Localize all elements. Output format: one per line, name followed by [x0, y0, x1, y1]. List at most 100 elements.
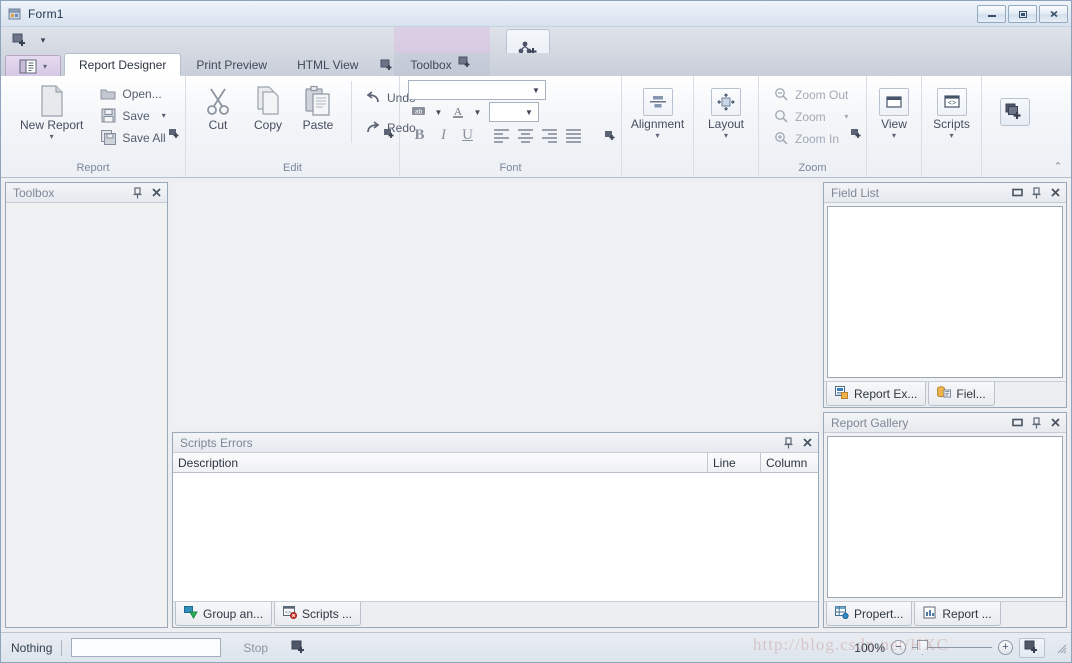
status-extra-button[interactable]: [1019, 637, 1045, 658]
status-progress-bar: [71, 638, 222, 657]
font-size-combo[interactable]: ▼: [489, 102, 539, 122]
toolbox-close-button[interactable]: [148, 185, 164, 201]
tab-report-explorer[interactable]: Report Ex...: [826, 382, 927, 406]
toolbox-add-icon[interactable]: [458, 56, 474, 73]
copy-label: Copy: [253, 118, 282, 132]
scripts-button[interactable]: <> Scripts ▾: [927, 84, 977, 143]
column-header-line[interactable]: Line: [708, 453, 761, 472]
zoom-in-button[interactable]: Zoom In: [768, 128, 855, 149]
zoom-slider-thumb[interactable]: [917, 640, 928, 655]
text-highlight-icon[interactable]: ab: [408, 103, 430, 121]
quick-access-dropdown[interactable]: ▾: [33, 30, 53, 50]
chevron-down-icon[interactable]: ▾: [724, 132, 728, 140]
maximize-button[interactable]: [1008, 4, 1037, 23]
svg-text:<>: <>: [947, 100, 955, 108]
layout-icon: [711, 87, 741, 117]
ribbon-add-button[interactable]: [1000, 98, 1030, 126]
resize-grip-icon[interactable]: [1055, 642, 1067, 654]
toolbox-panel-header: Toolbox: [6, 183, 167, 203]
tab-scripts-errors-label: Scripts ...: [302, 606, 353, 621]
chevron-down-icon[interactable]: ▾: [892, 132, 896, 140]
scripts-errors-close-button[interactable]: [799, 435, 815, 451]
database-field-icon: [937, 385, 952, 402]
column-header-column[interactable]: Column: [761, 453, 818, 472]
paste-button[interactable]: Paste: [293, 81, 343, 135]
close-button[interactable]: [1039, 4, 1068, 23]
align-justify-button[interactable]: [562, 125, 585, 146]
tab-properties[interactable]: Propert...: [826, 602, 913, 626]
paste-label: Paste: [302, 118, 334, 132]
align-center-button[interactable]: [514, 125, 537, 146]
stop-button[interactable]: Stop: [243, 641, 268, 655]
report-gallery-panel: Report Gallery Propert... Report ...: [823, 412, 1067, 628]
chevron-down-icon[interactable]: ▼: [522, 108, 536, 117]
column-header-description[interactable]: Description: [173, 453, 708, 472]
underline-button[interactable]: U: [456, 125, 479, 146]
tab-toolbox[interactable]: Toolbox: [394, 53, 490, 76]
field-list-pin-button[interactable]: [1028, 185, 1044, 201]
italic-button[interactable]: I: [432, 125, 455, 146]
tab-print-preview[interactable]: Print Preview: [181, 54, 282, 76]
chevron-down-icon[interactable]: ▾: [844, 112, 848, 121]
highlight-chevron-down-icon[interactable]: ▼: [433, 108, 444, 117]
report-group-expander-icon[interactable]: [169, 129, 179, 139]
report-gallery-pin-button[interactable]: [1028, 415, 1044, 431]
ribbon-group-scripts: <> Scripts ▾: [922, 76, 982, 177]
edit-group-expander-icon[interactable]: [384, 129, 394, 139]
tab-report-gallery[interactable]: Report ...: [914, 602, 1001, 626]
chevron-down-icon[interactable]: ▾: [949, 132, 953, 140]
field-list-close-button[interactable]: [1047, 185, 1063, 201]
layout-label: Layout: [707, 117, 745, 131]
align-left-button[interactable]: [490, 125, 513, 146]
chevron-down-icon[interactable]: ▾: [162, 111, 166, 120]
chevron-down-icon[interactable]: ▼: [529, 86, 543, 95]
toolbox-panel-body[interactable]: [6, 203, 167, 627]
new-report-button[interactable]: New Report ▾: [14, 81, 89, 144]
tab-group-and-sort[interactable]: Group an...: [175, 602, 273, 626]
report-gallery-close-button[interactable]: [1047, 415, 1063, 431]
status-add-button[interactable]: [286, 638, 312, 658]
fontcolor-chevron-down-icon[interactable]: ▼: [472, 108, 483, 117]
report-designer-canvas[interactable]: [172, 182, 819, 428]
zoom-out-button[interactable]: Zoom Out: [768, 84, 855, 105]
toolbox-pin-button[interactable]: [129, 185, 145, 201]
font-name-combo[interactable]: ▼: [408, 80, 546, 100]
view-button[interactable]: View ▾: [869, 84, 919, 143]
zoom-in-button[interactable]: +: [998, 640, 1013, 655]
layout-button[interactable]: Layout ▾: [701, 84, 751, 143]
chevron-down-icon[interactable]: ▾: [655, 132, 659, 140]
quick-add-button[interactable]: [7, 30, 33, 50]
field-list-body[interactable]: [827, 206, 1063, 378]
tab-field-list[interactable]: Fiel...: [928, 382, 995, 406]
chevron-down-icon[interactable]: ▾: [50, 133, 54, 141]
cut-button[interactable]: Cut: [193, 81, 243, 135]
open-button[interactable]: Open...: [95, 83, 172, 104]
scripts-errors-header: Scripts Errors: [173, 433, 818, 453]
scripts-errors-grid-body[interactable]: [173, 473, 818, 601]
zoom-group-expander-icon[interactable]: [851, 129, 861, 139]
alignment-button[interactable]: Alignment ▾: [629, 84, 686, 143]
tab-report-designer[interactable]: Report Designer: [64, 53, 182, 76]
report-gallery-maximize-button[interactable]: [1009, 415, 1025, 431]
bold-button[interactable]: B: [408, 125, 431, 146]
save-all-button[interactable]: Save All: [95, 127, 172, 148]
report-gallery-body[interactable]: [827, 436, 1063, 598]
application-menu-button[interactable]: ▾: [5, 55, 61, 76]
zoom-out-button[interactable]: −: [891, 640, 906, 655]
font-color-icon[interactable]: A: [447, 103, 469, 121]
report-gallery-header: Report Gallery: [824, 413, 1066, 433]
tab-scripts-errors[interactable]: <> Scripts ...: [274, 602, 362, 626]
scripts-label: Scripts: [933, 117, 970, 131]
svg-text:ab: ab: [415, 109, 423, 116]
align-right-button[interactable]: [538, 125, 561, 146]
save-button[interactable]: Save ▾: [95, 105, 172, 126]
zoom-slider[interactable]: [912, 640, 992, 655]
copy-button[interactable]: Copy: [243, 81, 293, 135]
font-group-expander-icon[interactable]: [605, 131, 615, 141]
zoom-button[interactable]: Zoom ▾: [768, 106, 855, 127]
minimize-button[interactable]: [977, 4, 1006, 23]
ribbon-collapse-icon[interactable]: ⌃: [1051, 159, 1065, 173]
field-list-maximize-button[interactable]: [1009, 185, 1025, 201]
scripts-errors-pin-button[interactable]: [780, 435, 796, 451]
tab-html-view[interactable]: HTML View: [282, 54, 373, 76]
